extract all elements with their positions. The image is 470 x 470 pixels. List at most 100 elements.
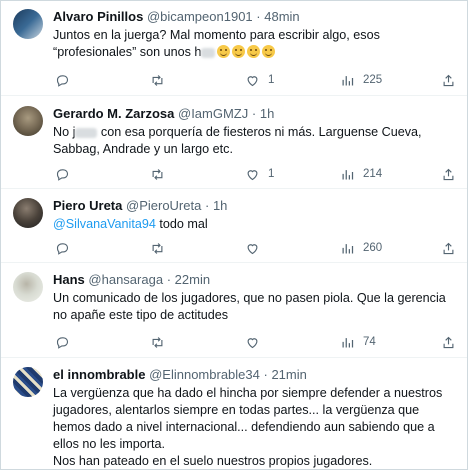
user-handle[interactable]: @bicampeon1901 — [147, 9, 253, 24]
tweet-text-main: No j — [53, 125, 76, 139]
like-count: 1 — [268, 168, 275, 180]
tweet-time[interactable]: 21min — [271, 367, 306, 382]
tweet-text-line2: Nos han pateado en el suelo nuestros pro… — [53, 454, 373, 468]
tweet-text-main: Juntos en la juerga? Mal momento para es… — [53, 28, 380, 59]
tweet-actions: 260 — [53, 240, 457, 256]
share-icon — [443, 74, 454, 86]
share-button[interactable] — [441, 240, 456, 256]
views-count: 214 — [363, 168, 383, 180]
smile-emoji-icon — [232, 45, 246, 58]
reply-button[interactable] — [55, 166, 78, 182]
retweet-icon — [152, 74, 163, 86]
tweet-text: Juntos en la juerga? Mal momento para es… — [53, 27, 457, 61]
tweet-text-main: Un comunicado de los jugadores, que no p… — [53, 291, 446, 322]
retweet-button[interactable] — [150, 72, 173, 88]
tweet-actions: 1 225 — [53, 72, 457, 88]
tweet-header: Hans @hansaraga · 22min — [53, 272, 457, 288]
separator-dot: · — [166, 272, 172, 287]
user-name[interactable]: Piero Ureta — [53, 198, 122, 213]
tweet-4[interactable]: Hans @hansaraga · 22min Un comunicado de… — [1, 263, 467, 358]
tweet-text-main: La vergüenza que ha dado el hincha por s… — [53, 386, 443, 451]
reply-icon — [56, 242, 69, 255]
views-icon — [342, 243, 354, 253]
tweet-1[interactable]: Alvaro Pinillos @bicampeon1901 · 48min J… — [1, 1, 467, 96]
tweet-time[interactable]: 22min — [175, 272, 210, 287]
user-handle[interactable]: @Elinnombrable34 — [149, 367, 260, 382]
reply-icon — [56, 336, 69, 349]
retweet-icon — [152, 336, 163, 348]
views-count: 225 — [363, 74, 383, 86]
share-button[interactable] — [441, 334, 456, 350]
avatar[interactable] — [13, 367, 43, 397]
retweet-button[interactable] — [150, 166, 173, 182]
mention-link[interactable]: @SilvanaVanita94 — [53, 217, 156, 231]
retweet-button[interactable] — [150, 334, 173, 350]
tweet-header: Alvaro Pinillos @bicampeon1901 · 48min — [53, 9, 457, 25]
tweet-text: @SilvanaVanita94 todo mal — [53, 216, 457, 233]
user-handle[interactable]: @IamGMZJ — [178, 106, 248, 121]
tweet-2[interactable]: Gerardo M. Zarzosa @IamGMZJ · 1h No j co… — [1, 96, 467, 189]
share-icon — [443, 242, 454, 254]
like-icon — [247, 169, 258, 180]
tweet-actions: 74 — [53, 334, 457, 350]
retweet-icon — [152, 168, 163, 180]
avatar[interactable] — [13, 9, 43, 39]
user-name[interactable]: Alvaro Pinillos — [53, 9, 143, 24]
tweet-text: La vergüenza que ha dado el hincha por s… — [53, 385, 457, 469]
separator-dot: · — [251, 106, 257, 121]
share-button[interactable] — [441, 166, 456, 182]
views-icon — [342, 75, 354, 85]
tweet-time[interactable]: 1h — [213, 198, 227, 213]
views-button[interactable]: 225 — [340, 72, 382, 88]
smile-emoji-icon — [217, 45, 231, 58]
reply-icon — [56, 168, 69, 181]
reply-button[interactable] — [55, 72, 78, 88]
views-button[interactable]: 260 — [340, 240, 382, 256]
user-name[interactable]: Hans — [53, 272, 85, 287]
tweet-text-tail: todo mal — [155, 217, 208, 231]
avatar[interactable] — [13, 272, 43, 302]
like-icon — [247, 337, 258, 348]
views-button[interactable]: 214 — [340, 166, 382, 182]
separator-dot: · — [204, 198, 210, 213]
tweet-5[interactable]: el innombrable @Elinnombrable34 · 21min … — [1, 358, 467, 469]
tweet-text: Un comunicado de los jugadores, que no p… — [53, 290, 457, 324]
reply-button[interactable] — [55, 240, 78, 256]
tweet-3[interactable]: Piero Ureta @PieroUreta · 1h @SilvanaVan… — [1, 189, 467, 263]
retweet-icon — [152, 242, 163, 254]
share-icon — [443, 336, 454, 348]
share-icon — [443, 168, 454, 180]
like-icon — [247, 75, 258, 86]
redacted-blur — [75, 127, 98, 138]
like-button[interactable]: 1 — [245, 72, 274, 88]
redacted-blur — [201, 47, 216, 58]
avatar[interactable] — [13, 106, 43, 136]
like-button[interactable]: 1 — [245, 166, 274, 182]
tweet-header: Piero Ureta @PieroUreta · 1h — [53, 198, 457, 214]
avatar[interactable] — [13, 198, 43, 228]
views-count: 260 — [363, 242, 383, 254]
tweet-header: el innombrable @Elinnombrable34 · 21min — [53, 367, 457, 383]
like-button[interactable] — [245, 334, 268, 350]
reply-icon — [56, 74, 69, 87]
views-button[interactable]: 74 — [340, 334, 376, 350]
tweet-actions: 1 214 — [53, 166, 457, 182]
tweet-time[interactable]: 48min — [264, 9, 299, 24]
like-count: 1 — [268, 74, 275, 86]
views-icon — [342, 337, 354, 347]
reply-thread: Alvaro Pinillos @bicampeon1901 · 48min J… — [0, 0, 468, 470]
share-button[interactable] — [441, 72, 456, 88]
tweet-time[interactable]: 1h — [260, 106, 274, 121]
user-name[interactable]: Gerardo M. Zarzosa — [53, 106, 174, 121]
like-icon — [247, 243, 258, 254]
reply-button[interactable] — [55, 334, 78, 350]
like-button[interactable] — [245, 240, 268, 256]
tweet-text: No j con esa porquería de fiesteros ni m… — [53, 124, 457, 158]
user-name[interactable]: el innombrable — [53, 367, 145, 382]
smile-emoji-icon — [247, 45, 261, 58]
user-handle[interactable]: @hansaraga — [88, 272, 163, 287]
user-handle[interactable]: @PieroUreta — [126, 198, 201, 213]
separator-dot: · — [256, 9, 261, 24]
views-count: 74 — [363, 336, 376, 348]
retweet-button[interactable] — [150, 240, 173, 256]
